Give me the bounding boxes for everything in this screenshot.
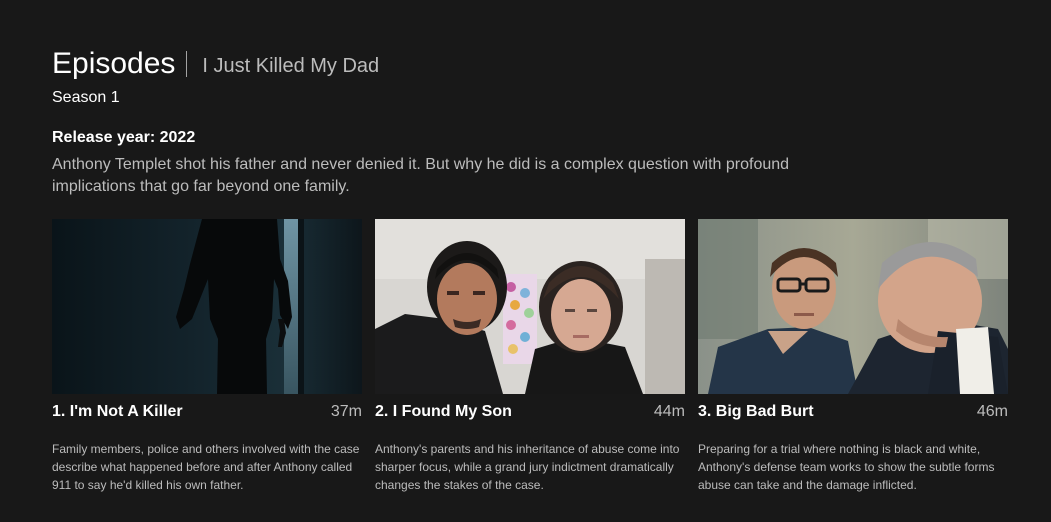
episode-description-3: Preparing for a trial where nothing is b…: [698, 442, 995, 492]
episode-runtime-3: 46m: [976, 403, 1008, 420]
season-label: Season 1: [52, 89, 120, 106]
episode-card-1[interactable]: 1. I'm Not A Killer 37m Family members, …: [52, 219, 362, 494]
episode-thumbnail-2[interactable]: [375, 219, 685, 394]
episode-title-3[interactable]: 3. Big Bad Burt: [698, 403, 814, 421]
couple-photo-image: [375, 219, 685, 394]
episode-thumbnail-3[interactable]: [698, 219, 1008, 394]
episode-thumbnail-1[interactable]: [52, 219, 362, 394]
show-name: I Just Killed My Dad: [202, 54, 380, 77]
release-year: Release year: 2022: [52, 129, 196, 146]
episode-description-1: Family members, police and others involv…: [52, 442, 360, 492]
episode-title-1[interactable]: 1. I'm Not A Killer: [52, 403, 183, 421]
episode-card-3[interactable]: 3. Big Bad Burt 46m Preparing for a tria…: [698, 219, 1008, 494]
header-divider: [186, 51, 188, 77]
episode-runtime-2: 44m: [653, 403, 685, 420]
episodes-panel: Episodes I Just Killed My Dad Season 1 R…: [52, 44, 1007, 198]
episode-header-1: 1. I'm Not A Killer 37m: [52, 403, 362, 423]
episode-header-2: 2. I Found My Son 44m: [375, 403, 685, 423]
episode-list: 1. I'm Not A Killer 37m Family members, …: [52, 219, 1008, 494]
silhouette-image: [52, 219, 362, 394]
episode-description-2: Anthony's parents and his inheritance of…: [375, 442, 680, 492]
episodes-header: Episodes I Just Killed My Dad: [52, 44, 1007, 84]
episode-runtime-1: 37m: [330, 403, 362, 420]
show-synopsis: Anthony Templet shot his father and neve…: [52, 156, 790, 195]
courtroom-image: [698, 219, 1008, 394]
episode-title-2[interactable]: 2. I Found My Son: [375, 403, 512, 421]
page-title: Episodes: [52, 47, 176, 80]
episode-card-2[interactable]: 2. I Found My Son 44m Anthony's parents …: [375, 219, 685, 494]
episode-header-3: 3. Big Bad Burt 46m: [698, 403, 1008, 423]
